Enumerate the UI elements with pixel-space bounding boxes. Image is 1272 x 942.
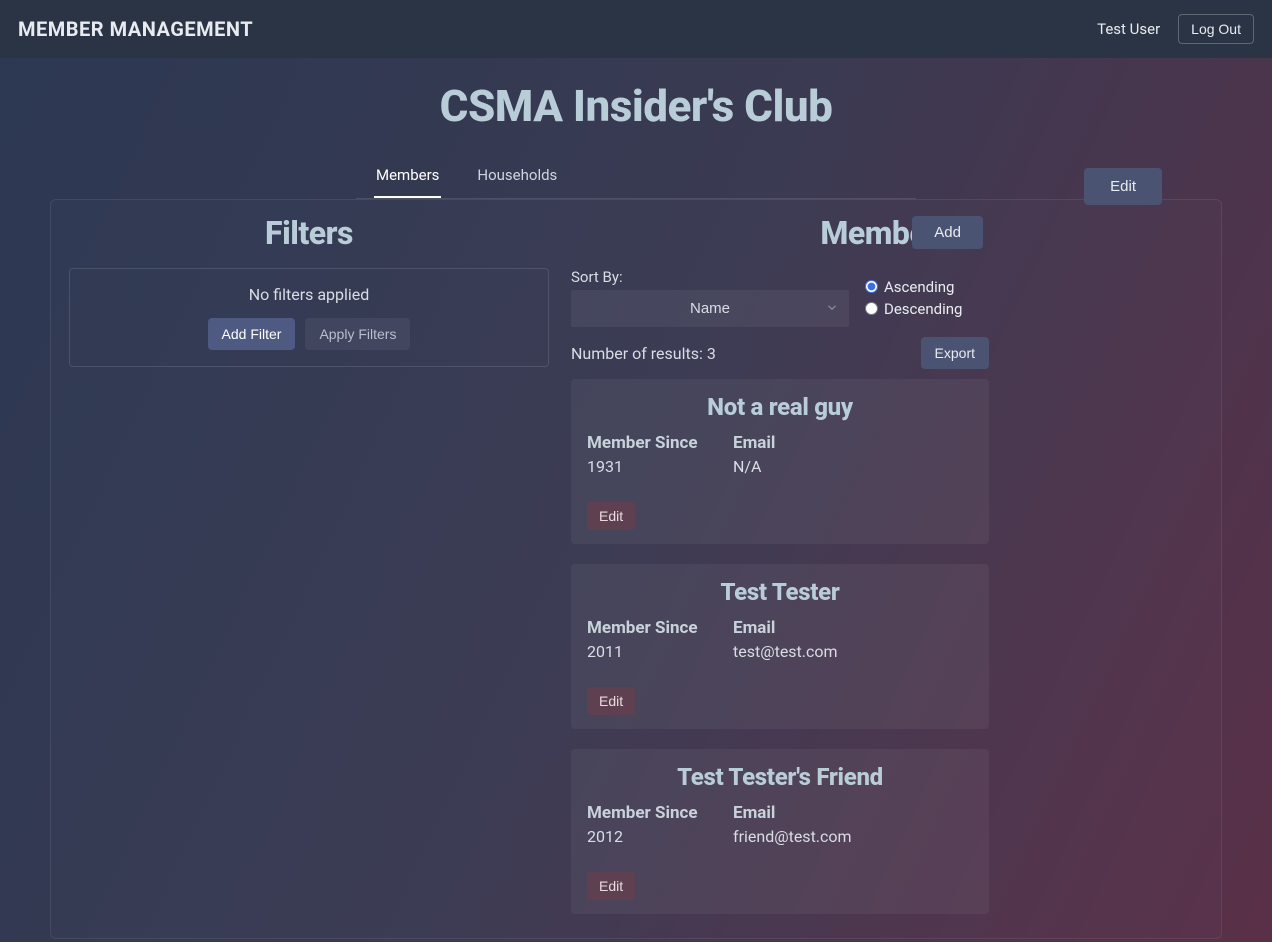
member-since-field: Member Since 2011 (587, 618, 717, 661)
member-email-value: friend@test.com (733, 827, 852, 846)
logout-button[interactable]: Log Out (1178, 14, 1254, 44)
member-since-field: Member Since 2012 (587, 803, 717, 846)
sort-by-label: Sort By: (571, 268, 849, 286)
edit-member-button[interactable]: Edit (587, 872, 635, 900)
member-email-field: Email test@test.com (733, 618, 838, 661)
member-card: Not a real guy Member Since 1931 Email N… (571, 379, 989, 544)
add-member-button[interactable]: Add (912, 216, 983, 249)
members-column: Members Add Sort By: Name Asc (571, 214, 1203, 914)
current-user: Test User (1097, 20, 1160, 38)
club-header-row: CSMA Insider's Club Edit (4, 80, 1268, 132)
sort-by-group: Sort By: Name (571, 268, 849, 327)
sort-ascending-radio[interactable] (865, 280, 878, 293)
sort-descending-option[interactable]: Descending (865, 300, 962, 318)
topbar: MEMBER MANAGEMENT Test User Log Out (0, 0, 1272, 58)
member-card: Test Tester Member Since 2011 Email test… (571, 564, 989, 729)
member-fields: Member Since 1931 Email N/A (587, 433, 973, 476)
member-email-field: Email friend@test.com (733, 803, 852, 846)
member-card: Test Tester's Friend Member Since 2012 E… (571, 749, 989, 914)
tab-members[interactable]: Members (374, 156, 441, 198)
export-button[interactable]: Export (921, 337, 989, 369)
sort-descending-label: Descending (884, 300, 962, 318)
member-name: Test Tester (587, 578, 973, 606)
filters-box: No filters applied Add Filter Apply Filt… (69, 268, 549, 367)
sort-direction-group: Ascending Descending (865, 278, 962, 318)
member-since-value: 1931 (587, 457, 717, 476)
edit-member-button[interactable]: Edit (587, 687, 635, 715)
edit-member-button[interactable]: Edit (587, 502, 635, 530)
sort-select-wrap: Name (571, 290, 849, 327)
member-fields: Member Since 2011 Email test@test.com (587, 618, 973, 661)
member-email-value: test@test.com (733, 642, 838, 661)
results-row: Number of results: 3 Export (571, 337, 989, 369)
topbar-right: Test User Log Out (1097, 14, 1254, 44)
member-since-value: 2012 (587, 827, 717, 846)
apply-filters-button[interactable]: Apply Filters (305, 318, 410, 350)
main: CSMA Insider's Club Edit Members Househo… (0, 80, 1272, 939)
sort-ascending-option[interactable]: Ascending (865, 278, 962, 296)
tab-households[interactable]: Households (475, 156, 559, 198)
add-filter-button[interactable]: Add Filter (208, 318, 296, 350)
member-email-value: N/A (733, 457, 775, 476)
member-cards: Not a real guy Member Since 1931 Email N… (571, 379, 989, 914)
members-header: Members Add (571, 214, 1203, 252)
sort-row: Sort By: Name Ascending (571, 268, 1203, 327)
content-panel: Filters No filters applied Add Filter Ap… (50, 199, 1222, 939)
results-count-text: Number of results: 3 (571, 344, 716, 363)
app-title: MEMBER MANAGEMENT (18, 17, 253, 41)
member-email-label: Email (733, 433, 775, 453)
filters-title: Filters (69, 214, 549, 252)
member-since-label: Member Since (587, 618, 717, 638)
club-title: CSMA Insider's Club (4, 80, 1268, 132)
no-filters-text: No filters applied (82, 285, 536, 304)
member-fields: Member Since 2012 Email friend@test.com (587, 803, 973, 846)
member-since-label: Member Since (587, 803, 717, 823)
sort-select[interactable]: Name (571, 290, 849, 327)
sort-descending-radio[interactable] (865, 302, 878, 315)
member-since-label: Member Since (587, 433, 717, 453)
filter-buttons: Add Filter Apply Filters (82, 318, 536, 350)
sort-ascending-label: Ascending (884, 278, 954, 296)
member-name: Not a real guy (587, 393, 973, 421)
member-email-label: Email (733, 803, 852, 823)
tabs: Members Households (356, 156, 916, 199)
edit-club-button[interactable]: Edit (1084, 168, 1162, 205)
member-email-field: Email N/A (733, 433, 775, 476)
filters-column: Filters No filters applied Add Filter Ap… (69, 214, 549, 914)
member-email-label: Email (733, 618, 838, 638)
member-name: Test Tester's Friend (587, 763, 973, 791)
member-since-field: Member Since 1931 (587, 433, 717, 476)
member-since-value: 2011 (587, 642, 717, 661)
